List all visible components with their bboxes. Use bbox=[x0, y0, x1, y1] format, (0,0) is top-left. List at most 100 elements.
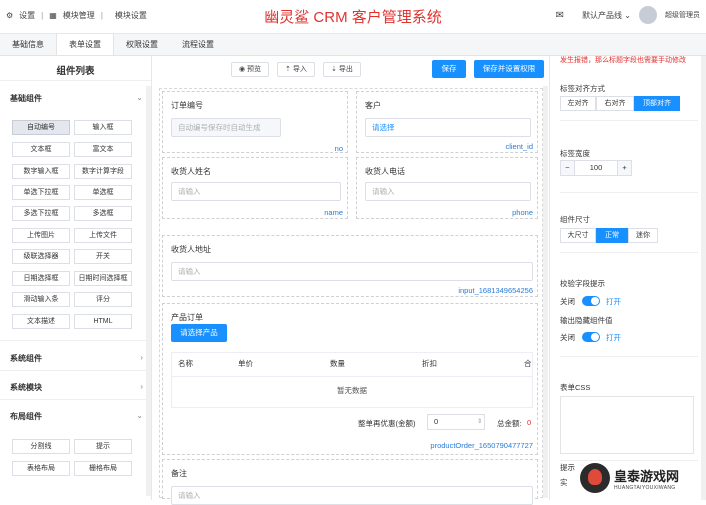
minus-icon[interactable]: − bbox=[561, 161, 575, 175]
eye-icon: ◉ bbox=[238, 66, 246, 73]
field-key: phone bbox=[512, 208, 533, 217]
size-mini-button[interactable]: 迷你 bbox=[628, 228, 658, 243]
component-html[interactable]: HTML bbox=[74, 314, 132, 329]
import-button[interactable]: ⇡ 导入 bbox=[277, 62, 315, 77]
select-product-button[interactable]: 请选择产品 bbox=[171, 324, 227, 342]
save-button[interactable]: 保存 bbox=[432, 60, 466, 78]
username[interactable]: 超级管理员 bbox=[665, 10, 700, 20]
component-divider[interactable]: 分割线 bbox=[12, 439, 70, 454]
divider bbox=[560, 356, 698, 357]
field-order-no[interactable]: 订单编号 自动编号保存时自动生成 no bbox=[162, 91, 348, 153]
component-input[interactable]: 输入框 bbox=[74, 120, 132, 135]
group-basic[interactable]: 基础组件 ⌄ bbox=[10, 93, 143, 104]
divider bbox=[0, 370, 151, 371]
component-cascader[interactable]: 级联选择器 bbox=[12, 249, 70, 264]
form-css-editor[interactable] bbox=[560, 396, 694, 454]
divider bbox=[0, 340, 151, 341]
hide-output-toggle[interactable] bbox=[582, 332, 600, 342]
discount-value: 0 bbox=[434, 417, 439, 426]
component-textarea[interactable]: 文本框 bbox=[12, 142, 70, 157]
group-layout[interactable]: 布局组件 ⌄ bbox=[10, 411, 143, 422]
toggle-on-label: 打开 bbox=[606, 333, 621, 342]
column-header: 单价 bbox=[238, 359, 253, 368]
field-remark[interactable]: 备注 请输入 bbox=[162, 459, 538, 505]
component-tip[interactable]: 提示 bbox=[74, 439, 132, 454]
plus-icon[interactable]: + bbox=[617, 161, 631, 175]
receiver-name-input[interactable]: 请输入 bbox=[171, 182, 341, 201]
component-rate[interactable]: 评分 bbox=[74, 292, 132, 307]
column-header: 折扣 bbox=[422, 359, 437, 368]
label-width-value: 100 bbox=[589, 163, 603, 172]
remark-input[interactable]: 请输入 bbox=[171, 486, 533, 505]
hint-text: 发生报错，那么标题字段也需要手动修改 bbox=[560, 57, 686, 64]
message-icon[interactable]: ✉ bbox=[556, 10, 564, 21]
field-receiver-phone[interactable]: 收货人电话 请输入 phone bbox=[356, 157, 538, 219]
component-table-layout[interactable]: 表格布局 bbox=[12, 461, 70, 476]
component-number-input[interactable]: 数字输入框 bbox=[12, 164, 70, 179]
size-normal-button[interactable]: 正常 bbox=[596, 228, 628, 243]
group-layout-label: 布局组件 bbox=[10, 412, 42, 421]
scrollbar[interactable] bbox=[543, 86, 548, 498]
component-radio[interactable]: 单选框 bbox=[74, 185, 132, 200]
component-rich-text[interactable]: 富文本 bbox=[74, 142, 132, 157]
breadcrumb-settings[interactable]: 设置 bbox=[19, 10, 35, 21]
address-input[interactable]: 请输入 bbox=[171, 262, 533, 281]
component-slider[interactable]: 滑动输入条 bbox=[12, 292, 70, 307]
component-text-desc[interactable]: 文本描述 bbox=[12, 314, 70, 329]
save-and-permission-button[interactable]: 保存并设置权限 bbox=[474, 60, 544, 78]
breadcrumb: ⚙ 设置 | ▦ 模块管理 | 模块设置 bbox=[6, 10, 147, 21]
gear-icon[interactable]: ⚙ bbox=[6, 11, 13, 20]
form-css-title: 表单CSS bbox=[560, 383, 591, 392]
watermark-url: HUANGTAIYOUXIWANG bbox=[614, 484, 676, 491]
avatar[interactable] bbox=[639, 6, 657, 24]
watermark: 皇泰游戏网 HUANGTAIYOUXIWANG bbox=[580, 458, 704, 498]
align-left-button[interactable]: 左对齐 bbox=[560, 96, 596, 111]
component-auto-number[interactable]: 自动编号 bbox=[12, 120, 70, 135]
scrollbar[interactable] bbox=[146, 86, 151, 496]
field-key: input_1681349654256 bbox=[458, 286, 533, 295]
component-datetime-picker[interactable]: 日期时间选择框 bbox=[74, 271, 132, 286]
customer-select[interactable]: 请选择 bbox=[365, 118, 531, 137]
field-address[interactable]: 收货人地址 请输入 input_1681349654256 bbox=[162, 235, 538, 297]
component-multi-select[interactable]: 多选下拉框 bbox=[12, 206, 70, 221]
size-large-button[interactable]: 大尺寸 bbox=[560, 228, 596, 243]
align-right-button[interactable]: 右对齐 bbox=[596, 96, 634, 111]
component-grid-layout[interactable]: 栅格布局 bbox=[74, 461, 132, 476]
label-width-stepper[interactable]: − 100 + bbox=[560, 160, 632, 176]
group-system-components[interactable]: 系统组件 › bbox=[10, 353, 143, 364]
breadcrumb-module-manage[interactable]: 模块管理 bbox=[63, 10, 95, 21]
tab-form-settings[interactable]: 表单设置 bbox=[56, 34, 114, 55]
component-date-picker[interactable]: 日期选择框 bbox=[12, 271, 70, 286]
component-upload-file[interactable]: 上传文件 bbox=[74, 228, 132, 243]
field-product-order[interactable]: 产品订单 请选择产品 名称 单价 数量 折扣 合 暂无数据 整单再优惠(金额) … bbox=[162, 303, 538, 455]
stepper-icon[interactable]: ⇕ bbox=[477, 415, 482, 429]
hide-output-title: 输出隐藏组件值 bbox=[560, 316, 613, 325]
tab-permission-settings[interactable]: 权限设置 bbox=[114, 34, 170, 55]
label-align-title: 标签对齐方式 bbox=[560, 84, 605, 93]
field-receiver-name[interactable]: 收货人姓名 请输入 name bbox=[162, 157, 348, 219]
breadcrumb-module-settings[interactable]: 模块设置 bbox=[115, 10, 147, 21]
validation-toggle[interactable] bbox=[582, 296, 600, 306]
scrollbar[interactable] bbox=[701, 56, 706, 500]
component-single-select[interactable]: 单选下拉框 bbox=[12, 185, 70, 200]
preview-button[interactable]: ◉ 预览 bbox=[231, 62, 269, 77]
preview-label: 预览 bbox=[247, 66, 262, 73]
tab-basic-info[interactable]: 基础信息 bbox=[0, 34, 56, 55]
field-customer[interactable]: 客户 请选择 client_id bbox=[356, 91, 538, 153]
component-switch[interactable]: 开关 bbox=[74, 249, 132, 264]
receiver-phone-input[interactable]: 请输入 bbox=[365, 182, 531, 201]
order-no-input: 自动编号保存时自动生成 bbox=[171, 118, 281, 137]
field-label: 备注 bbox=[171, 469, 187, 478]
export-button[interactable]: ⇣ 导出 bbox=[323, 62, 361, 77]
tab-flow-settings[interactable]: 流程设置 bbox=[170, 34, 226, 55]
component-upload-image[interactable]: 上传图片 bbox=[12, 228, 70, 243]
total-label: 总金额: bbox=[497, 419, 522, 428]
align-top-button[interactable]: 顶部对齐 bbox=[634, 96, 680, 111]
product-table: 名称 单价 数量 折扣 合 暂无数据 bbox=[171, 352, 533, 408]
group-system-modules[interactable]: 系统模块 › bbox=[10, 382, 143, 393]
component-number-calc[interactable]: 数字计算字段 bbox=[74, 164, 132, 179]
field-label: 客户 bbox=[365, 101, 381, 110]
product-line-select[interactable]: 默认产品线 ⌄ bbox=[582, 10, 631, 21]
discount-input[interactable]: 0 ⇕ bbox=[427, 414, 485, 430]
component-checkbox[interactable]: 多选框 bbox=[74, 206, 132, 221]
